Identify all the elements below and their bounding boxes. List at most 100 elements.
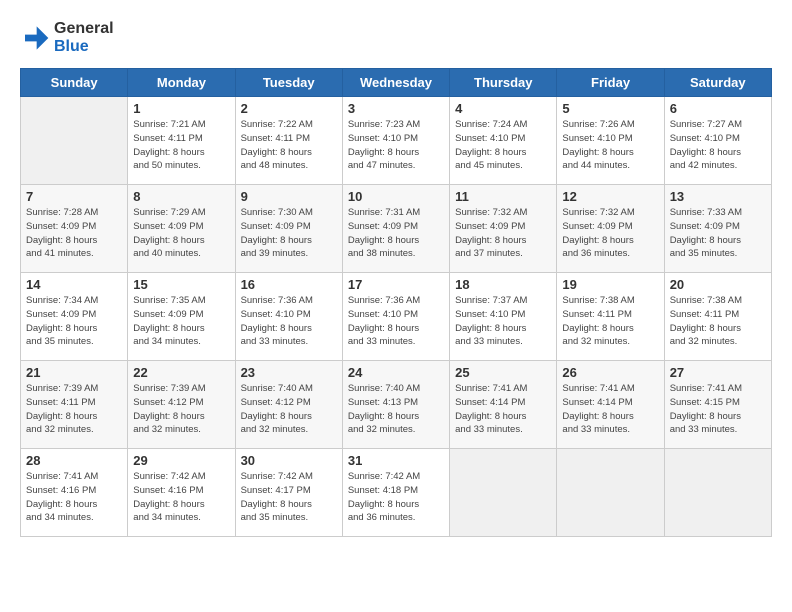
day-info: Sunrise: 7:41 AM Sunset: 4:16 PM Dayligh… — [26, 470, 122, 525]
day-info: Sunrise: 7:23 AM Sunset: 4:10 PM Dayligh… — [348, 118, 444, 173]
calendar-cell: 8 Sunrise: 7:29 AM Sunset: 4:09 PM Daylig… — [128, 185, 235, 273]
calendar-cell: 16 Sunrise: 7:36 AM Sunset: 4:10 PM Dayli… — [235, 273, 342, 361]
calendar-cell: 4 Sunrise: 7:24 AM Sunset: 4:10 PM Daylig… — [450, 97, 557, 185]
day-info: Sunrise: 7:41 AM Sunset: 4:14 PM Dayligh… — [455, 382, 551, 437]
week-row-0: 1 Sunrise: 7:21 AM Sunset: 4:11 PM Daylig… — [21, 97, 772, 185]
day-info: Sunrise: 7:32 AM Sunset: 4:09 PM Dayligh… — [455, 206, 551, 261]
calendar-cell: 26Sunrise: 7:41 AM Sunset: 4:14 PM Dayli… — [557, 361, 664, 449]
day-info: Sunrise: 7:33 AM Sunset: 4:09 PM Dayligh… — [670, 206, 766, 261]
day-info: Sunrise: 7:42 AM Sunset: 4:17 PM Dayligh… — [241, 470, 337, 525]
logo-text: General Blue — [54, 20, 114, 56]
day-info: Sunrise: 7:28 AM Sunset: 4:09 PM Dayligh… — [26, 206, 122, 261]
col-header-friday: Friday — [557, 69, 664, 97]
day-number: 20 — [670, 277, 766, 292]
calendar-cell: 15Sunrise: 7:35 AM Sunset: 4:09 PM Dayli… — [128, 273, 235, 361]
calendar-cell: 21 Sunrise: 7:39 AM Sunset: 4:11 PM Dayli… — [21, 361, 128, 449]
calendar-cell: 23 Sunrise: 7:40 AM Sunset: 4:12 PM Dayli… — [235, 361, 342, 449]
day-number: 2 — [241, 101, 337, 116]
day-info: Sunrise: 7:21 AM Sunset: 4:11 PM Dayligh… — [133, 118, 229, 173]
col-header-tuesday: Tuesday — [235, 69, 342, 97]
day-number: 6 — [670, 101, 766, 116]
calendar-cell: 27Sunrise: 7:41 AM Sunset: 4:15 PM Dayli… — [664, 361, 771, 449]
calendar-cell: 9 Sunrise: 7:30 AM Sunset: 4:09 PM Daylig… — [235, 185, 342, 273]
day-number: 14 — [26, 277, 122, 292]
day-number: 16 — [241, 277, 337, 292]
day-number: 21 — [26, 365, 122, 380]
day-info: Sunrise: 7:24 AM Sunset: 4:10 PM Dayligh… — [455, 118, 551, 173]
calendar-cell — [21, 97, 128, 185]
day-number: 31 — [348, 453, 444, 468]
day-info: Sunrise: 7:36 AM Sunset: 4:10 PM Dayligh… — [241, 294, 337, 349]
day-info: Sunrise: 7:36 AM Sunset: 4:10 PM Dayligh… — [348, 294, 444, 349]
day-number: 15 — [133, 277, 229, 292]
day-number: 26 — [562, 365, 658, 380]
day-number: 30 — [241, 453, 337, 468]
calendar-cell: 29Sunrise: 7:42 AM Sunset: 4:16 PM Dayli… — [128, 449, 235, 537]
calendar-cell: 6 Sunrise: 7:27 AM Sunset: 4:10 PM Daylig… — [664, 97, 771, 185]
page-container: General Blue SundayMondayTuesdayWednesda… — [0, 0, 792, 547]
calendar-cell: 25 Sunrise: 7:41 AM Sunset: 4:14 PM Dayli… — [450, 361, 557, 449]
day-info: Sunrise: 7:34 AM Sunset: 4:09 PM Dayligh… — [26, 294, 122, 349]
calendar-header-row: SundayMondayTuesdayWednesdayThursdayFrid… — [21, 69, 772, 97]
calendar-cell: 14 Sunrise: 7:34 AM Sunset: 4:09 PM Dayli… — [21, 273, 128, 361]
col-header-wednesday: Wednesday — [342, 69, 449, 97]
day-info: Sunrise: 7:29 AM Sunset: 4:09 PM Dayligh… — [133, 206, 229, 261]
col-header-sunday: Sunday — [21, 69, 128, 97]
calendar-cell — [557, 449, 664, 537]
col-header-saturday: Saturday — [664, 69, 771, 97]
calendar-cell: 20 Sunrise: 7:38 AM Sunset: 4:11 PM Dayli… — [664, 273, 771, 361]
logo: General Blue — [20, 20, 114, 56]
day-info: Sunrise: 7:40 AM Sunset: 4:12 PM Dayligh… — [241, 382, 337, 437]
day-number: 24 — [348, 365, 444, 380]
calendar-cell: 19 Sunrise: 7:38 AM Sunset: 4:11 PM Dayli… — [557, 273, 664, 361]
day-number: 23 — [241, 365, 337, 380]
day-number: 29 — [133, 453, 229, 468]
day-number: 9 — [241, 189, 337, 204]
day-number: 25 — [455, 365, 551, 380]
day-number: 4 — [455, 101, 551, 116]
calendar-table: SundayMondayTuesdayWednesdayThursdayFrid… — [20, 68, 772, 537]
day-number: 5 — [562, 101, 658, 116]
day-number: 8 — [133, 189, 229, 204]
day-info: Sunrise: 7:42 AM Sunset: 4:18 PM Dayligh… — [348, 470, 444, 525]
day-info: Sunrise: 7:39 AM Sunset: 4:11 PM Dayligh… — [26, 382, 122, 437]
logo-icon — [20, 23, 50, 53]
calendar-cell — [450, 449, 557, 537]
day-number: 13 — [670, 189, 766, 204]
day-number: 28 — [26, 453, 122, 468]
col-header-thursday: Thursday — [450, 69, 557, 97]
day-info: Sunrise: 7:38 AM Sunset: 4:11 PM Dayligh… — [562, 294, 658, 349]
calendar-cell: 28 Sunrise: 7:41 AM Sunset: 4:16 PM Dayli… — [21, 449, 128, 537]
day-number: 17 — [348, 277, 444, 292]
day-info: Sunrise: 7:27 AM Sunset: 4:10 PM Dayligh… — [670, 118, 766, 173]
calendar-cell: 10Sunrise: 7:31 AM Sunset: 4:09 PM Dayli… — [342, 185, 449, 273]
day-number: 3 — [348, 101, 444, 116]
calendar-cell: 3 Sunrise: 7:23 AM Sunset: 4:10 PM Daylig… — [342, 97, 449, 185]
day-number: 7 — [26, 189, 122, 204]
calendar-cell: 24Sunrise: 7:40 AM Sunset: 4:13 PM Dayli… — [342, 361, 449, 449]
week-row-3: 21 Sunrise: 7:39 AM Sunset: 4:11 PM Dayli… — [21, 361, 772, 449]
day-info: Sunrise: 7:37 AM Sunset: 4:10 PM Dayligh… — [455, 294, 551, 349]
calendar-cell: 12Sunrise: 7:32 AM Sunset: 4:09 PM Dayli… — [557, 185, 664, 273]
calendar-cell: 1 Sunrise: 7:21 AM Sunset: 4:11 PM Daylig… — [128, 97, 235, 185]
calendar-cell: 11 Sunrise: 7:32 AM Sunset: 4:09 PM Dayli… — [450, 185, 557, 273]
day-number: 27 — [670, 365, 766, 380]
calendar-cell: 5Sunrise: 7:26 AM Sunset: 4:10 PM Daylig… — [557, 97, 664, 185]
day-info: Sunrise: 7:38 AM Sunset: 4:11 PM Dayligh… — [670, 294, 766, 349]
day-info: Sunrise: 7:39 AM Sunset: 4:12 PM Dayligh… — [133, 382, 229, 437]
calendar-cell: 31 Sunrise: 7:42 AM Sunset: 4:18 PM Dayli… — [342, 449, 449, 537]
day-info: Sunrise: 7:22 AM Sunset: 4:11 PM Dayligh… — [241, 118, 337, 173]
calendar-cell: 18 Sunrise: 7:37 AM Sunset: 4:10 PM Dayli… — [450, 273, 557, 361]
day-info: Sunrise: 7:30 AM Sunset: 4:09 PM Dayligh… — [241, 206, 337, 261]
day-number: 19 — [562, 277, 658, 292]
calendar-cell: 2 Sunrise: 7:22 AM Sunset: 4:11 PM Daylig… — [235, 97, 342, 185]
day-number: 1 — [133, 101, 229, 116]
calendar-cell: 17 Sunrise: 7:36 AM Sunset: 4:10 PM Dayli… — [342, 273, 449, 361]
calendar-cell: 22Sunrise: 7:39 AM Sunset: 4:12 PM Dayli… — [128, 361, 235, 449]
day-info: Sunrise: 7:31 AM Sunset: 4:09 PM Dayligh… — [348, 206, 444, 261]
calendar-cell: 13 Sunrise: 7:33 AM Sunset: 4:09 PM Dayli… — [664, 185, 771, 273]
day-number: 11 — [455, 189, 551, 204]
col-header-monday: Monday — [128, 69, 235, 97]
day-number: 18 — [455, 277, 551, 292]
calendar-cell — [664, 449, 771, 537]
